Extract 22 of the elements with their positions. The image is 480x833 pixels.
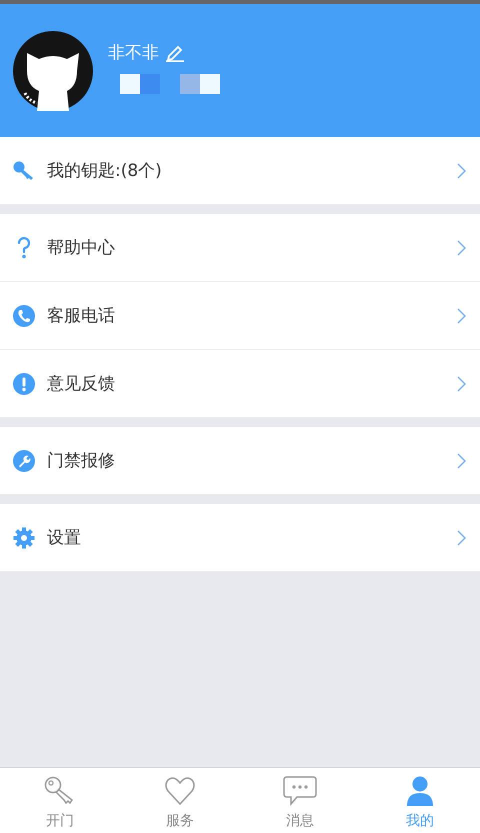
chevron-icon bbox=[457, 530, 466, 546]
avatar-icon[interactable] bbox=[13, 30, 93, 110]
phone-icon bbox=[13, 304, 35, 326]
tab[interactable]: 消息 bbox=[240, 768, 360, 833]
key-icon bbox=[44, 776, 76, 806]
question-icon bbox=[16, 236, 32, 258]
edit-icon[interactable] bbox=[165, 44, 185, 62]
exclamation-icon bbox=[13, 372, 35, 394]
heart-icon bbox=[164, 776, 196, 806]
wrench-icon bbox=[13, 450, 35, 472]
tab[interactable]: 服务 bbox=[120, 768, 240, 833]
tab[interactable]: 开门 bbox=[0, 768, 120, 833]
chevron-icon bbox=[457, 240, 466, 256]
key-icon bbox=[13, 160, 35, 180]
chat-icon bbox=[283, 776, 317, 806]
person-icon bbox=[404, 776, 436, 806]
chevron-icon bbox=[457, 162, 466, 178]
settings-icon bbox=[13, 526, 35, 548]
chevron-icon bbox=[457, 452, 466, 468]
chevron-icon bbox=[457, 376, 466, 392]
chevron-icon bbox=[457, 308, 466, 324]
user-name: 非不非 bbox=[108, 42, 159, 64]
